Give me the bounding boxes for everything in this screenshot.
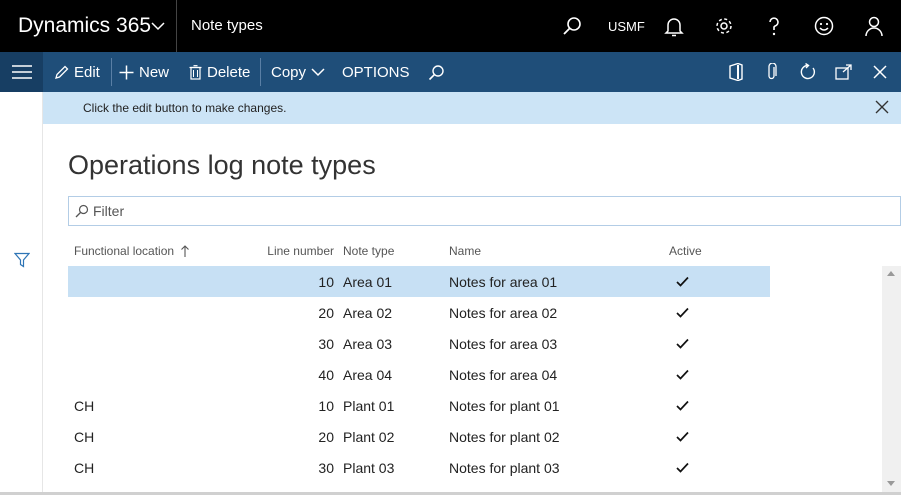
copy-button-label: Copy <box>271 63 307 81</box>
copy-button[interactable]: Copy <box>271 52 325 92</box>
table-row[interactable]: CH 20 Plant 02 Notes for plant 02 <box>68 421 770 452</box>
plus-icon <box>119 65 134 79</box>
message-bar: Click the edit button to make changes. <box>43 92 901 124</box>
hamburger-menu-button[interactable] <box>0 52 43 92</box>
table-row[interactable]: 10 Area 01 Notes for area 01 <box>68 266 770 297</box>
bell-icon[interactable] <box>660 12 688 40</box>
gear-icon[interactable] <box>710 12 738 40</box>
table-row[interactable]: 30 Area 03 Notes for area 03 <box>68 328 770 359</box>
filter-box <box>68 196 901 226</box>
company-picker[interactable]: USMF <box>608 19 645 34</box>
open-new-window-icon[interactable] <box>834 62 854 82</box>
column-header-label: Functional location <box>74 244 175 258</box>
column-header-name[interactable]: Name <box>449 236 481 266</box>
options-tab-label: OPTIONS <box>342 63 410 81</box>
scroll-up-icon[interactable] <box>887 271 895 276</box>
smiley-icon[interactable] <box>810 12 838 40</box>
pencil-icon <box>55 65 69 79</box>
help-icon[interactable] <box>760 12 788 40</box>
page-breadcrumb: Note types <box>191 17 263 34</box>
cell-name: Notes for area 02 <box>449 304 558 321</box>
table-row[interactable]: 20 Area 02 Notes for area 02 <box>68 297 770 328</box>
refresh-icon[interactable] <box>798 62 818 82</box>
brand-title: Dynamics 365 <box>18 14 152 37</box>
edit-button-label: Edit <box>74 63 100 81</box>
page-title: Operations log note types <box>68 150 376 180</box>
cell-line-number: 30 <box>318 459 334 476</box>
filter-icon[interactable] <box>14 252 30 268</box>
cell-note-type: Plant 02 <box>343 428 395 445</box>
cell-functional-location: CH <box>74 428 95 445</box>
user-icon[interactable] <box>860 12 888 40</box>
column-header-label: Note type <box>343 244 395 258</box>
delete-button[interactable]: Delete <box>189 52 250 92</box>
close-icon[interactable] <box>870 62 890 82</box>
column-header-active[interactable]: Active <box>669 236 702 266</box>
cell-name: Notes for plant 03 <box>449 459 560 476</box>
search-icon <box>75 204 89 218</box>
table-row[interactable]: CH 10 Plant 01 Notes for plant 01 <box>68 390 770 421</box>
left-filter-strip <box>0 92 43 495</box>
checkmark-icon <box>672 328 692 359</box>
app-launcher[interactable]: Dynamics 365 <box>0 0 177 52</box>
new-button[interactable]: New <box>119 52 169 92</box>
options-tab[interactable]: OPTIONS <box>342 52 410 92</box>
cell-line-number: 40 <box>318 366 334 383</box>
cell-name: Notes for area 03 <box>449 335 558 352</box>
scroll-down-icon[interactable] <box>887 481 895 486</box>
grid-scrollbar[interactable] <box>882 266 901 492</box>
cell-note-type: Area 02 <box>343 304 393 321</box>
trash-icon <box>189 64 202 80</box>
action-pane: Edit New Delete Copy OPTIONS <box>0 52 901 92</box>
column-header-label: Active <box>669 244 702 258</box>
cell-functional-location: CH <box>74 397 95 414</box>
column-header-functional-location[interactable]: Functional location <box>74 236 190 266</box>
cell-line-number: 20 <box>318 304 334 321</box>
cell-name: Notes for plant 02 <box>449 428 560 445</box>
paperclip-icon[interactable] <box>762 62 782 82</box>
checkmark-icon <box>672 266 692 297</box>
message-text: Click the edit button to make changes. <box>83 101 287 115</box>
divider <box>260 58 261 86</box>
cell-note-type: Area 03 <box>343 335 393 352</box>
chevron-down-icon <box>311 68 325 77</box>
cell-note-type: Plant 01 <box>343 397 395 414</box>
checkmark-icon <box>672 359 692 390</box>
cell-functional-location: CH <box>74 459 95 476</box>
chevron-down-icon <box>151 22 165 31</box>
column-header-label: Name <box>449 244 482 258</box>
action-search-button[interactable] <box>428 52 450 92</box>
cell-name: Notes for plant 01 <box>449 397 560 414</box>
column-header-label: Line number <box>267 244 334 258</box>
search-icon <box>428 64 444 80</box>
cell-line-number: 10 <box>318 273 334 290</box>
cell-note-type: Plant 03 <box>343 459 395 476</box>
cell-name: Notes for area 04 <box>449 366 558 383</box>
search-icon[interactable] <box>559 12 587 40</box>
edit-button[interactable]: Edit <box>54 52 100 92</box>
new-button-label: New <box>139 63 170 81</box>
close-icon[interactable] <box>875 100 889 114</box>
cell-name: Notes for area 01 <box>449 273 558 290</box>
delete-button-label: Delete <box>207 63 251 81</box>
cell-note-type: Area 04 <box>343 366 393 383</box>
checkmark-icon <box>672 297 692 328</box>
cell-line-number: 20 <box>318 428 334 445</box>
filter-input[interactable] <box>93 201 873 221</box>
table-row[interactable]: CH 30 Plant 03 Notes for plant 03 <box>68 452 770 483</box>
checkmark-icon <box>672 452 692 483</box>
column-header-note-type[interactable]: Note type <box>343 236 394 266</box>
column-header-line-number[interactable]: Line number <box>248 236 334 266</box>
office-icon[interactable] <box>726 62 746 82</box>
cell-line-number: 10 <box>318 397 334 414</box>
sort-ascending-icon <box>181 244 189 257</box>
hamburger-icon <box>11 65 32 79</box>
divider <box>111 58 112 86</box>
checkmark-icon <box>672 421 692 452</box>
cell-line-number: 30 <box>318 335 334 352</box>
cell-note-type: Area 01 <box>343 273 393 290</box>
checkmark-icon <box>672 390 692 421</box>
top-navigation-bar: Dynamics 365 Note types USMF <box>0 0 901 52</box>
table-row[interactable]: 40 Area 04 Notes for area 04 <box>68 359 770 390</box>
